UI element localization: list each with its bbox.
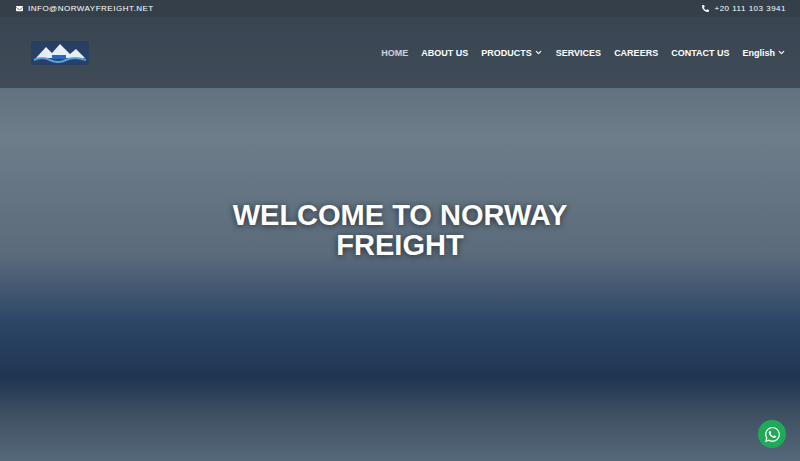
chevron-down-icon [777, 48, 786, 57]
nav-item[interactable]: HOME [381, 48, 408, 58]
nav-menu: HOME ABOUT US PRODUCTS SERVICES CAREERS CONTA… [381, 48, 786, 58]
nav-item[interactable]: SERVICES [556, 48, 601, 58]
logo-icon[interactable] [30, 40, 90, 66]
phone-link[interactable]: +20 111 103 3941 [702, 4, 786, 13]
whatsapp-icon [764, 426, 781, 443]
top-bar: INFO@NORWAYFREIGHT.NET +20 111 103 3941 [0, 0, 800, 17]
nav-item[interactable]: PRODUCTS [481, 48, 543, 58]
home-page: INFO@NORWAYFREIGHT.NET +20 111 103 3941 HO… [0, 0, 800, 461]
phone-icon [702, 5, 709, 12]
hero-banner: WELCOME TO NORWAY FREIGHT [0, 88, 800, 461]
hero-title: WELCOME TO NORWAY FREIGHT [210, 200, 590, 260]
nav-item[interactable]: English [742, 48, 786, 58]
nav-bar: HOME ABOUT US PRODUCTS SERVICES CAREERS CONTA… [0, 17, 800, 88]
email-link[interactable]: INFO@NORWAYFREIGHT.NET [16, 4, 154, 13]
whatsapp-button[interactable] [758, 420, 786, 448]
envelope-icon [16, 5, 23, 12]
nav-item[interactable]: CAREERS [614, 48, 658, 58]
nav-item[interactable]: CONTACT US [671, 48, 729, 58]
nav-item[interactable]: ABOUT US [421, 48, 468, 58]
chevron-down-icon [534, 48, 543, 57]
